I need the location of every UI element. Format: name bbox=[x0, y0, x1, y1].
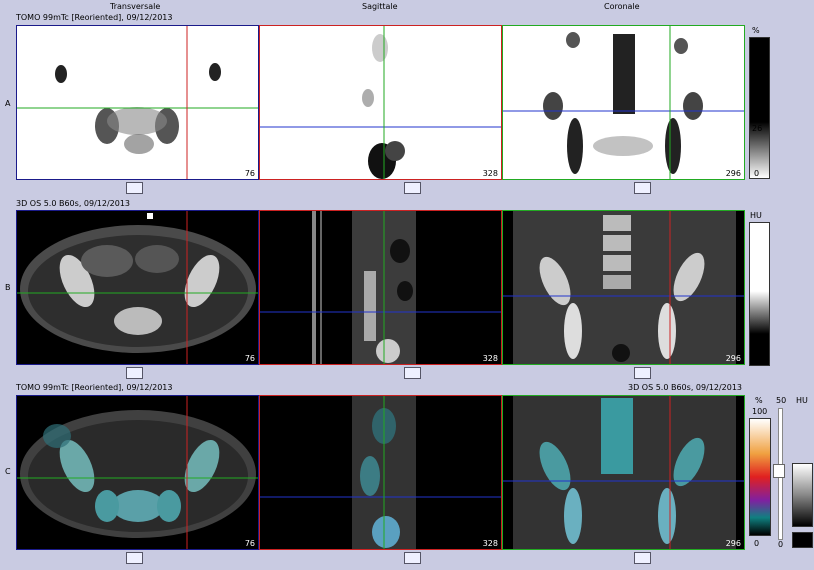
row-a-label: A bbox=[5, 99, 11, 108]
colorbar-a-unit: % bbox=[752, 26, 760, 35]
colorbar-a[interactable] bbox=[749, 37, 770, 179]
colorbar-c-unit-right: HU bbox=[796, 396, 808, 405]
spect-coronal-image bbox=[503, 26, 744, 179]
colorbar-c-top-left: 100 bbox=[752, 407, 768, 416]
ct-sagittal-image bbox=[260, 211, 501, 364]
colorbar-c-bottom-mid: 0 bbox=[778, 540, 784, 549]
colorbar-c-ct-bottom bbox=[792, 532, 813, 548]
row-a-title: TOMO 99mTc [Reoriented], 09/12/2013 bbox=[16, 13, 173, 22]
slice-number-b-coronal: 296 bbox=[725, 354, 741, 363]
viewport-b-sagittal[interactable]: 328 bbox=[259, 210, 502, 365]
viewport-c-sagittal[interactable]: 328 bbox=[259, 395, 502, 550]
spect-sagittal-image bbox=[260, 26, 501, 179]
row-b-label: B bbox=[5, 283, 11, 292]
viewport-c-coronal[interactable]: 296 bbox=[502, 395, 745, 550]
viewport-c-transversal[interactable]: 76 bbox=[16, 395, 259, 550]
scrollbar-c-transversal[interactable] bbox=[126, 552, 143, 564]
colorbar-b[interactable] bbox=[749, 222, 770, 366]
slice-number-a-sagittal: 328 bbox=[482, 169, 498, 178]
row-c-title-right: 3D OS 5.0 B60s, 09/12/2013 bbox=[628, 383, 743, 392]
viewport-a-sagittal[interactable]: 328 bbox=[259, 25, 502, 180]
scrollbar-b-coronal[interactable] bbox=[634, 367, 651, 379]
header-coronal: Coronale bbox=[604, 2, 640, 11]
colorbar-c-unit-left: % bbox=[755, 396, 763, 405]
scrollbar-b-transversal[interactable] bbox=[126, 367, 143, 379]
colorbar-c-pet[interactable] bbox=[749, 418, 771, 536]
scrollbar-c-sagittal[interactable] bbox=[404, 552, 421, 564]
row-c-label: C bbox=[5, 467, 11, 476]
slice-number-b-transversal: 76 bbox=[244, 354, 255, 363]
slice-number-a-transversal: 76 bbox=[244, 169, 255, 178]
slice-number-c-coronal: 296 bbox=[725, 539, 741, 548]
slice-number-a-coronal: 296 bbox=[725, 169, 741, 178]
row-b-title: 3D OS 5.0 B60s, 09/12/2013 bbox=[16, 199, 131, 208]
colorbar-c-bottom-left: 0 bbox=[754, 539, 760, 548]
ct-transversal-image bbox=[17, 211, 258, 364]
slice-number-c-transversal: 76 bbox=[244, 539, 255, 548]
colorbar-a-marker: 26 bbox=[752, 124, 763, 133]
ct-coronal-image bbox=[503, 211, 744, 364]
fusion-transversal-image bbox=[17, 396, 258, 549]
scrollbar-c-coronal[interactable] bbox=[634, 552, 651, 564]
colorbar-a-bottom: 0 bbox=[754, 169, 760, 178]
slice-number-c-sagittal: 328 bbox=[482, 539, 498, 548]
spect-transversal-image bbox=[17, 26, 258, 179]
fusion-coronal-image bbox=[503, 396, 744, 549]
fusion-sagittal-image bbox=[260, 396, 501, 549]
viewport-a-coronal[interactable]: 296 bbox=[502, 25, 745, 180]
scrollbar-b-sagittal[interactable] bbox=[404, 367, 421, 379]
row-c-title: TOMO 99mTc [Reoriented], 09/12/2013 bbox=[16, 383, 173, 392]
viewport-a-transversal[interactable]: 76 bbox=[16, 25, 259, 180]
header-sagittal: Sagittale bbox=[362, 2, 398, 11]
header-transversal: Transversale bbox=[110, 2, 161, 11]
colorbar-b-unit: HU bbox=[750, 211, 762, 220]
viewport-b-coronal[interactable]: 296 bbox=[502, 210, 745, 365]
scrollbar-a-transversal[interactable] bbox=[126, 182, 143, 194]
scrollbar-a-coronal[interactable] bbox=[634, 182, 651, 194]
colorbar-c-slider-knob[interactable] bbox=[773, 464, 785, 478]
viewport-b-transversal[interactable]: 76 bbox=[16, 210, 259, 365]
colorbar-c-ct[interactable] bbox=[792, 463, 813, 527]
scrollbar-a-sagittal[interactable] bbox=[404, 182, 421, 194]
colorbar-c-value-mid: 50 bbox=[776, 396, 787, 405]
slice-number-b-sagittal: 328 bbox=[482, 354, 498, 363]
